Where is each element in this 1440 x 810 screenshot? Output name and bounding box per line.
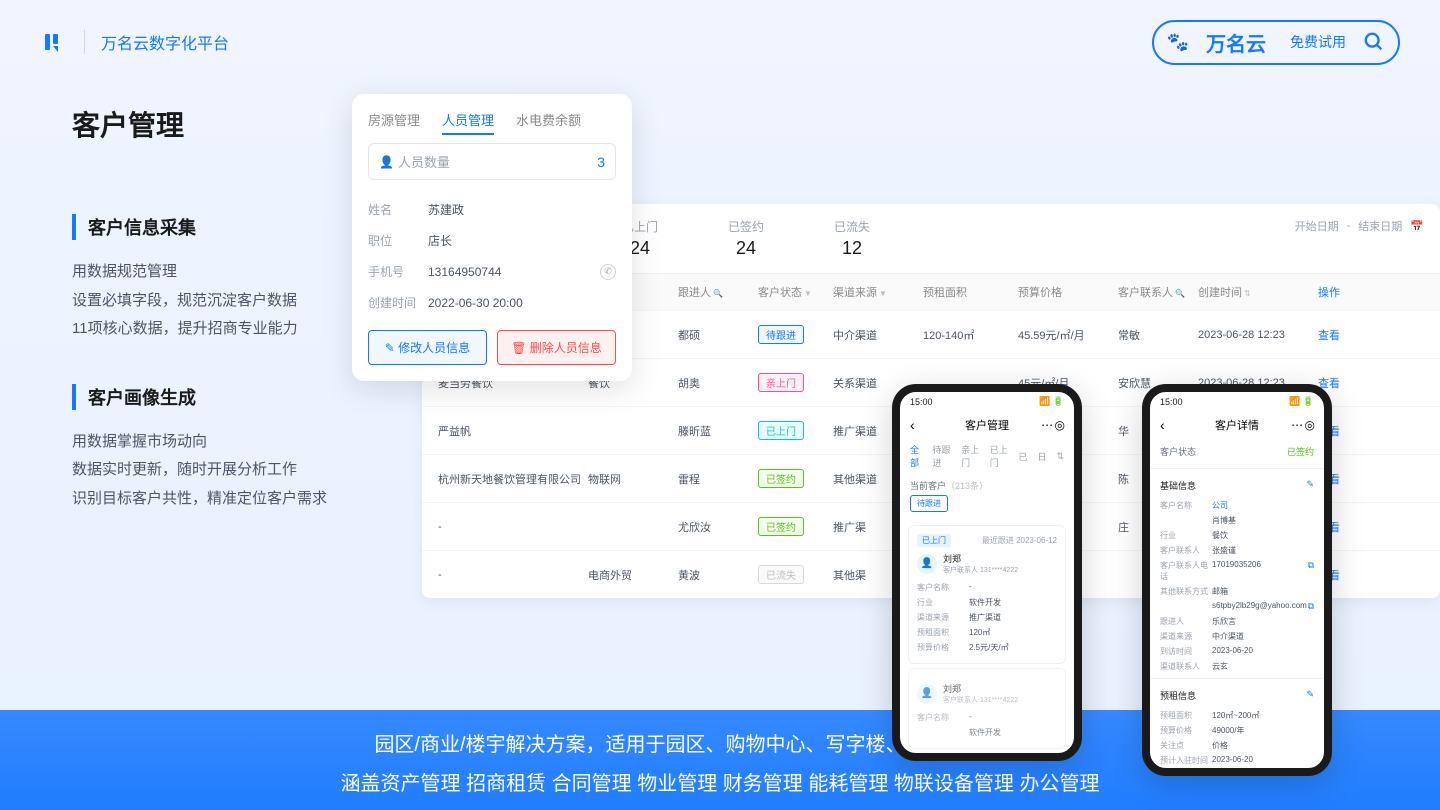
section-title: 客户画像生成 [72,384,362,410]
stat-lost: 已流失12 [834,218,870,259]
view-link[interactable]: 查看 [1318,375,1358,391]
phone-customer-detail: 15:00📶 🔋 ‹ 客户详情 ⋯ ◎ 客户状态 已签约 基础信息✎ 客户名称公… [1142,384,1332,776]
section-desc: 用数据规范管理 设置必填字段，规范沉淀客户数据 11项核心数据，提升招商专业能力 [72,258,362,344]
tab-tovisit[interactable]: 亲上门 [961,443,980,469]
header: 万名云数字化平台 🐾 万名云 免费试用 [0,0,1440,84]
delete-person-button[interactable]: 🗑 删除人员信息 [497,330,616,365]
tab-pending[interactable]: 待跟进 [932,443,951,469]
info-phone: 手机号13164950744✆ [368,256,616,287]
status-badge: 已签约 [758,469,804,488]
view-link[interactable]: 查看 [1318,327,1358,343]
status-badge: 已流失 [758,565,804,584]
person-icon: 👤 [379,155,394,169]
edit-person-button[interactable]: ✎ 修改人员信息 [368,330,487,365]
current-customers: 当前客户（213条） 待跟进 [900,473,1074,521]
tab-visited[interactable]: 已上门 [990,443,1009,469]
basic-info-header: 基础信息✎ [1150,473,1324,498]
avatar-icon: 👤 [917,684,937,704]
platform-name: 万名云数字化平台 [101,30,229,54]
free-trial-link[interactable]: 免费试用 [1282,32,1354,52]
phone-customer-list: 15:00📶 🔋 ‹ 客户管理 ⋯ ◎ 全部 待跟进 亲上门 已上门 已 日 ⇅… [892,384,1082,761]
customer-card[interactable]: 👤刘郑客户联系人 131****4222 客户名称- 软件开发 [908,668,1066,749]
paw-icon: 🐾 [1166,30,1190,54]
edit-icon[interactable]: ✎ [1306,689,1314,702]
tab-all[interactable]: 全部 [910,443,922,469]
info-created: 创建时间2022-06-30 20:00 [368,287,616,318]
col-channel[interactable]: 渠道来源▼ [833,284,923,300]
status-badge: 待跟进 [758,325,804,344]
logo-area: 万名云数字化平台 [40,28,229,56]
status-value: 已签约 [1287,445,1314,458]
divider [84,30,85,54]
search-bar[interactable]: 🐾 万名云 免费试用 [1152,20,1400,65]
col-contact[interactable]: 客户联系人🔍 [1118,284,1198,300]
calendar-icon: 📅 [1410,220,1424,233]
phone-filter-tabs: 全部 待跟进 亲上门 已上门 已 日 ⇅ [900,439,1074,473]
screenshot-area: 房源管理 人员管理 水电费余额 👤 人员数量 3 姓名苏建政 职位店长 手机号1… [382,104,1400,704]
search-placeholder: 人员数量 [398,152,597,171]
section-profile: 客户画像生成 用数据掌握市场动向 数据实时更新，随时开展分析工作 识别目标客户共… [72,384,362,514]
sort-icon: ⇅ [1244,289,1251,298]
search-icon[interactable] [1362,30,1386,54]
popup-actions: ✎ 修改人员信息 🗑 删除人员信息 [368,330,616,365]
filter-icon[interactable]: 日 [1037,450,1046,463]
status-badge: 亲上门 [758,373,804,392]
signal-icon: 📶 🔋 [1289,396,1314,407]
filter-icon: ▼ [879,289,887,298]
status-badge: 已上门 [758,421,804,440]
tab-housing[interactable]: 房源管理 [368,110,420,129]
info-position: 职位店长 [368,225,616,256]
tab-person[interactable]: 人员管理 [442,110,494,129]
phone-status-bar: 15:00📶 🔋 [900,392,1074,411]
phone-header: ‹ 客户详情 ⋯ ◎ [1150,411,1324,439]
popup-tabs: 房源管理 人员管理 水电费余额 [368,110,616,129]
signal-icon: 📶 🔋 [1039,396,1064,407]
more-icon[interactable]: ⋯ ◎ [1041,418,1064,432]
section-desc: 用数据掌握市场动向 数据实时更新，随时开展分析工作 识别目标客户共性，精准定位客… [72,428,362,514]
left-panel: 客户管理 客户信息采集 用数据规范管理 设置必填字段，规范沉淀客户数据 11项核… [72,104,362,704]
filter-icon: ▼ [804,289,812,298]
section-title: 客户信息采集 [72,214,362,240]
search-icon: 🔍 [713,289,723,298]
tab-utility[interactable]: 水电费余额 [516,110,581,129]
customer-user: 👤 刘郑客户联系人 131****4222 [917,552,1057,575]
col-status[interactable]: 客户状态▼ [758,284,833,300]
logo-icon [40,28,68,56]
search-brand: 万名云 [1198,28,1274,57]
section-acquisition: 客户信息采集 用数据规范管理 设置必填字段，规范沉淀客户数据 11项核心数据，提… [72,214,362,344]
search-icon: 🔍 [1175,289,1185,298]
copy-icon[interactable]: ⧉ [1308,601,1314,612]
copy-icon[interactable]: ⧉ [1308,560,1314,582]
tab-signed: 已 [1018,450,1027,463]
main: 客户管理 客户信息采集 用数据规范管理 设置必填字段，规范沉淀客户数据 11项核… [0,84,1440,704]
more-icon[interactable]: ⋯ ◎ [1291,418,1314,432]
info-name: 姓名苏建政 [368,194,616,225]
avatar-icon: 👤 [917,554,937,574]
edit-icon[interactable]: ✎ [1306,479,1314,492]
page-title: 客户管理 [72,104,362,144]
col-created[interactable]: 创建时间⇅ [1198,284,1318,300]
status-badge: 已签约 [758,517,804,536]
customer-card[interactable]: 已上门最近跟进 2023-06-12 👤 刘郑客户联系人 131****4222… [908,525,1066,664]
person-search[interactable]: 👤 人员数量 3 [368,143,616,180]
back-icon[interactable]: ‹ [1160,417,1165,433]
date-range[interactable]: 开始日期-结束日期📅 [1295,218,1424,234]
phone-status-bar: 15:00📶 🔋 [1150,392,1324,411]
stat-signed: 已签约24 [728,218,764,259]
person-popup: 房源管理 人员管理 水电费余额 👤 人员数量 3 姓名苏建政 职位店长 手机号1… [352,94,632,381]
phone-icon[interactable]: ✆ [600,264,616,280]
filter-toggle-icon[interactable]: ⇅ [1056,451,1064,462]
rent-info-header: 预租信息✎ [1150,683,1324,708]
filter-tag[interactable]: 待跟进 [910,495,948,512]
phone-header: ‹ 客户管理 ⋯ ◎ [900,411,1074,439]
col-follower[interactable]: 跟进人🔍 [678,284,758,300]
person-count: 3 [597,154,605,170]
back-icon[interactable]: ‹ [910,417,915,433]
status-row: 客户状态 已签约 [1150,439,1324,464]
